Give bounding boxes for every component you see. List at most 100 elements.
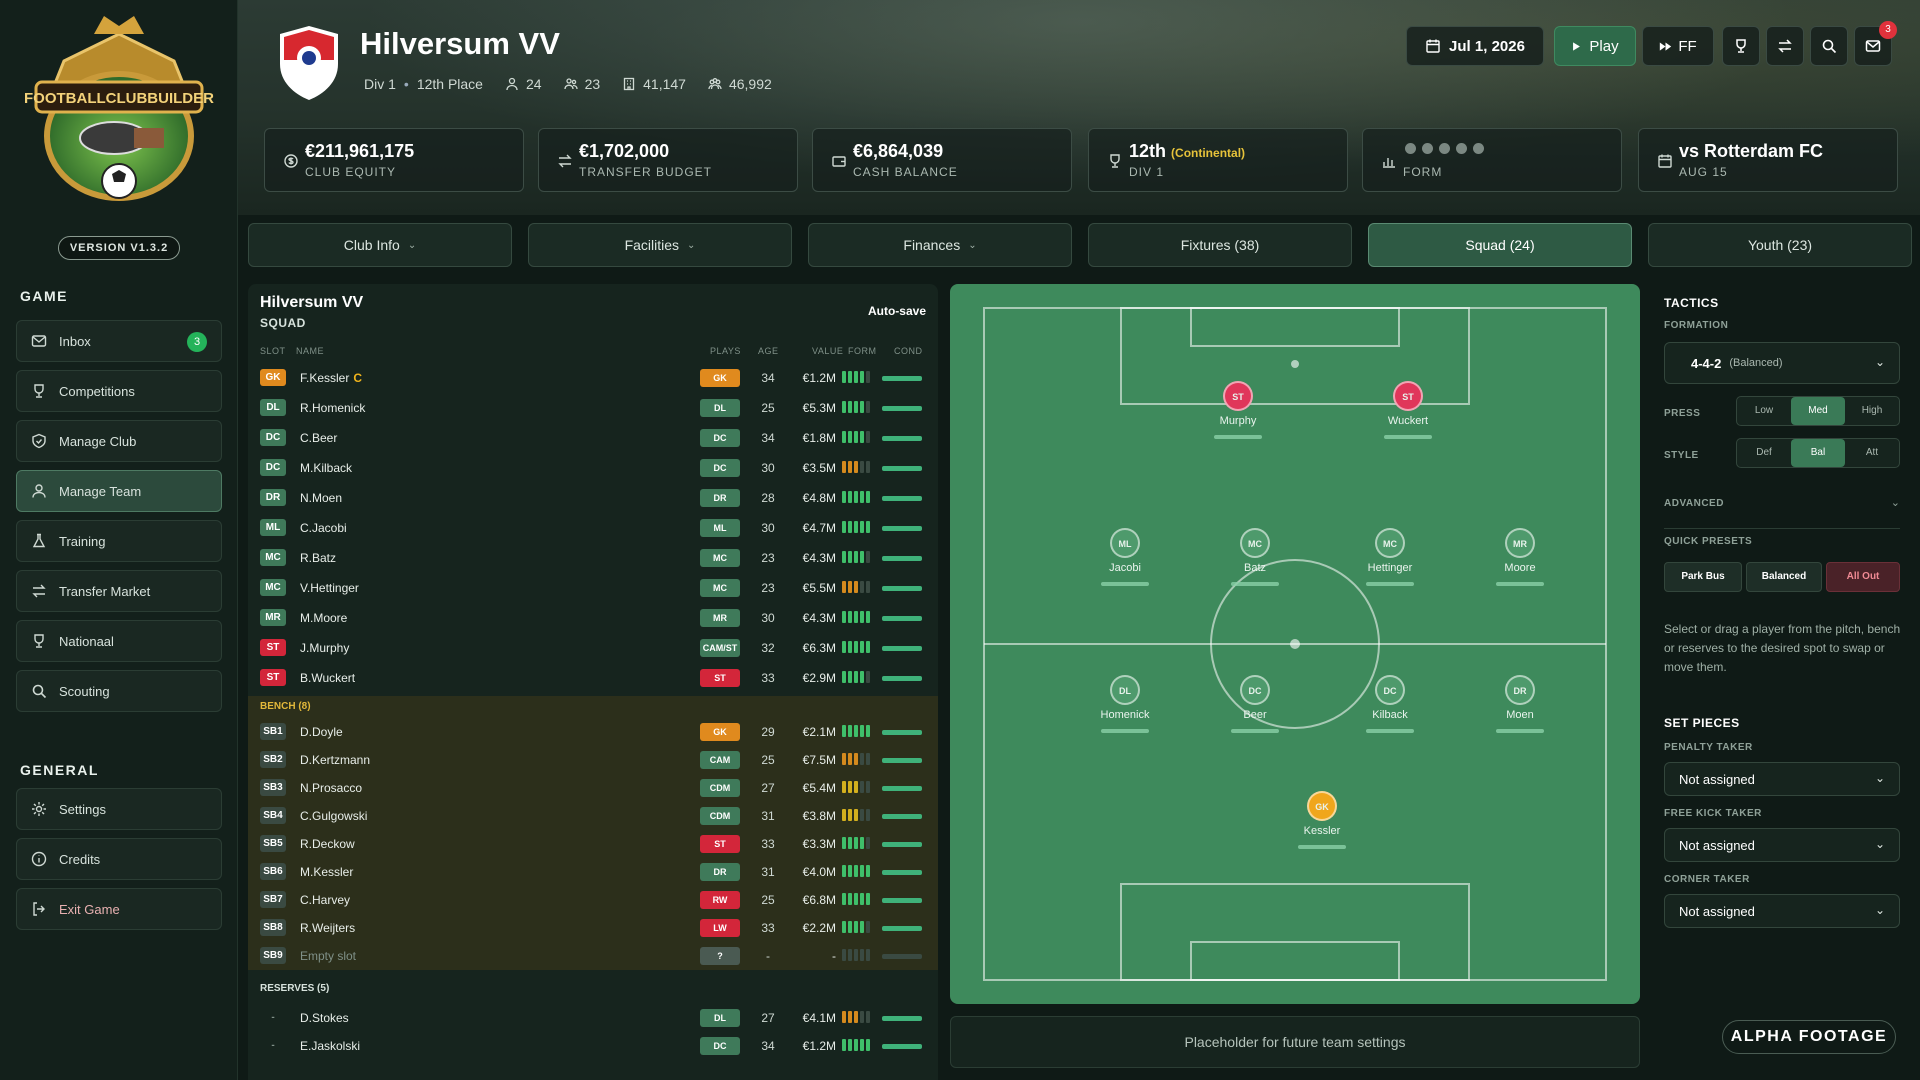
player-row[interactable]: SB4 C.Gulgowski CDM 31 €3.8M (248, 802, 938, 830)
tab-squad[interactable]: Squad (24) (1368, 223, 1632, 267)
chevron-down-icon: ⌄ (1874, 771, 1885, 785)
league-place: 12th Place (416, 76, 483, 92)
formation-select[interactable]: 4-4-2 (Balanced) ⌄ (1664, 342, 1900, 384)
pitch-player[interactable]: DC Kilback (1345, 675, 1435, 733)
player-row[interactable]: SB5 R.Deckow ST 33 €3.3M (248, 830, 938, 858)
player-name: M.Moore (300, 611, 347, 625)
style-def[interactable]: Def (1737, 439, 1791, 467)
sidebar-item-manage-club[interactable]: Manage Club (16, 420, 222, 462)
player-row[interactable]: MC R.Batz MC 23 €4.3M (248, 544, 938, 572)
style-att[interactable]: Att (1845, 439, 1899, 467)
player-row[interactable]: SB8 R.Weijters LW 33 €2.2M (248, 914, 938, 942)
sidebar-item-label: Nationaal (59, 633, 114, 649)
press-low[interactable]: Low (1737, 397, 1791, 425)
slot-badge: DL (260, 399, 286, 416)
form-bar (866, 781, 870, 793)
player-row[interactable]: ST J.Murphy CAM/ST 32 €6.3M (248, 634, 938, 662)
pitch-player[interactable]: GK Kessler (1277, 791, 1367, 849)
condition-bar (882, 786, 922, 791)
player-name: C.Beer (300, 431, 337, 445)
player-row[interactable]: DR N.Moen DR 28 €4.8M (248, 484, 938, 512)
player-row[interactable]: MR M.Moore MR 30 €4.3M (248, 604, 938, 632)
pitch-player[interactable]: ST Wuckert (1363, 381, 1453, 439)
pitch-player[interactable]: DR Moen (1475, 675, 1565, 733)
player-age: 34 (761, 371, 775, 385)
pitch-player[interactable]: ST Murphy (1193, 381, 1283, 439)
pitch-player[interactable]: MC Batz (1210, 528, 1300, 586)
pitch-player[interactable]: MR Moore (1475, 528, 1565, 586)
preset-all-out[interactable]: All Out (1826, 562, 1900, 592)
player-age: 31 (761, 809, 775, 823)
pitch-player[interactable]: DC Beer (1210, 675, 1300, 733)
form-bar (842, 837, 846, 849)
player-row[interactable]: GK F.Kessler C GK 34 €1.2M (248, 364, 938, 392)
play-button[interactable]: Play (1554, 26, 1636, 66)
autosave-toggle[interactable]: Auto-save (868, 304, 926, 318)
pitch-player[interactable]: ML Jacobi (1080, 528, 1170, 586)
sidebar-item-exit-game[interactable]: Exit Game (16, 888, 222, 930)
tactics-pitch[interactable]: ST Murphy ST Wuckert ML Jacobi MC Batz MC Hetting… (950, 284, 1640, 1004)
preset-balanced[interactable]: Balanced (1746, 562, 1822, 592)
sidebar-item-nationaal[interactable]: Nationaal (16, 620, 222, 662)
player-row[interactable]: ML C.Jacobi ML 30 €4.7M (248, 514, 938, 542)
preset-park-bus[interactable]: Park Bus (1664, 562, 1742, 592)
sidebar-item-inbox[interactable]: Inbox 3 (16, 320, 222, 362)
sidebar-item-manage-team[interactable]: Manage Team (16, 470, 222, 512)
player-row[interactable]: SB6 M.Kessler DR 31 €4.0M (248, 858, 938, 886)
player-name: C.Jacobi (300, 521, 347, 535)
date-button[interactable]: Jul 1, 2026 (1406, 26, 1544, 66)
tab-facilities[interactable]: Facilities ⌄ (528, 223, 792, 267)
pitch-player[interactable]: MC Hettinger (1345, 528, 1435, 586)
fast-forward-button[interactable]: FF (1642, 26, 1714, 66)
player-row[interactable]: SB7 C.Harvey RW 25 €6.8M (248, 886, 938, 914)
press-med[interactable]: Med (1791, 397, 1845, 425)
form-bar (848, 401, 852, 413)
form-bar (860, 491, 864, 503)
form-bar (866, 1039, 870, 1051)
next-match-card[interactable]: vs Rotterdam FC AUG 15 (1638, 128, 1898, 192)
player-row[interactable]: DC M.Kilback DC 30 €3.5M (248, 454, 938, 482)
tab-youth[interactable]: Youth (23) (1648, 223, 1912, 267)
tab-club-info[interactable]: Club Info ⌄ (248, 223, 512, 267)
player-row[interactable]: SB2 D.Kertzmann CAM 25 €7.5M (248, 746, 938, 774)
sidebar-item-competitions[interactable]: Competitions (16, 370, 222, 412)
player-row[interactable]: - E.Jaskolski DC 34 €1.2M (248, 1032, 938, 1060)
slot-badge: - (271, 1012, 275, 1023)
tab-label: Youth (23) (1747, 237, 1813, 253)
sidebar-item-credits[interactable]: Credits (16, 838, 222, 880)
player-row[interactable]: MC V.Hettinger MC 23 €5.5M (248, 574, 938, 602)
tab-fixtures[interactable]: Fixtures (38) (1088, 223, 1352, 267)
sidebar-item-settings[interactable]: Settings (16, 788, 222, 830)
player-age: 34 (761, 431, 775, 445)
slot-badge: SB8 (260, 919, 286, 936)
style-bal[interactable]: Bal (1791, 439, 1845, 467)
form-bar (848, 611, 852, 623)
corner-taker-select[interactable]: Not assigned ⌄ (1664, 894, 1900, 928)
form-bar (854, 401, 858, 413)
player-row[interactable]: - D.Stokes DL 27 €4.1M (248, 1004, 938, 1032)
advanced-toggle[interactable]: ADVANCED (1664, 498, 1724, 509)
press-high[interactable]: High (1845, 397, 1899, 425)
chevron-down-icon[interactable]: ⌄ (1891, 496, 1900, 509)
player-row[interactable]: DC C.Beer DC 34 €1.8M (248, 424, 938, 452)
form-bar (854, 611, 858, 623)
transfer-button[interactable] (1766, 26, 1804, 66)
form-bar (854, 949, 858, 961)
penalty-taker-select[interactable]: Not assigned ⌄ (1664, 762, 1900, 796)
card-label: TRANSFER BUDGET (579, 165, 713, 179)
sidebar-item-scouting[interactable]: Scouting (16, 670, 222, 712)
empty-slot-row[interactable]: SB9 Empty slot? - - (248, 942, 938, 970)
search-button[interactable] (1810, 26, 1848, 66)
player-row[interactable]: SB1 D.Doyle GK 29 €2.1M (248, 718, 938, 746)
trophy-button[interactable] (1722, 26, 1760, 66)
player-row[interactable]: SB3 N.Prosacco CDM 27 €5.4M (248, 774, 938, 802)
pitch-player[interactable]: DL Homenick (1080, 675, 1170, 733)
sidebar-item-training[interactable]: Training (16, 520, 222, 562)
free-kick-taker-select[interactable]: Not assigned ⌄ (1664, 828, 1900, 862)
trophy-icon (34, 634, 44, 648)
tab-finances[interactable]: Finances ⌄ (808, 223, 1072, 267)
sidebar-item-transfer-market[interactable]: Transfer Market (16, 570, 222, 612)
mail-button[interactable]: 3 (1854, 21, 1897, 66)
player-row[interactable]: DL R.Homenick DL 25 €5.3M (248, 394, 938, 422)
player-row[interactable]: ST B.Wuckert ST 33 €2.9M (248, 664, 938, 692)
